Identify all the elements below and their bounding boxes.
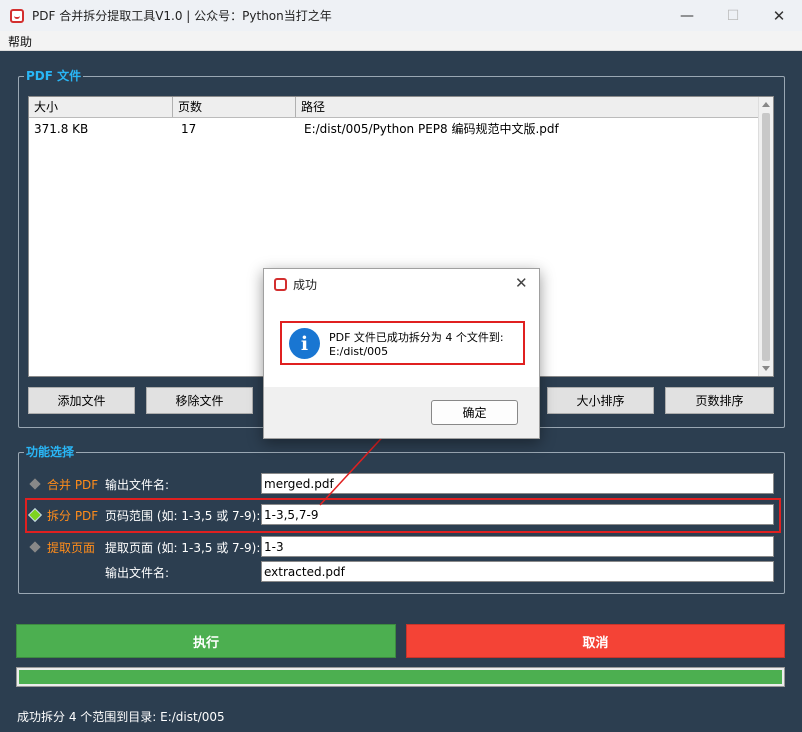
status-text: 成功拆分 4 个范围到目录: E:/dist/005 — [17, 710, 225, 724]
dialog-title: 成功 — [293, 278, 318, 292]
extract-pages-label: 提取页面 (如: 1-3,5 或 7-9): — [105, 541, 261, 555]
menu-bar: 帮助 — [0, 31, 802, 51]
app-icon — [10, 8, 24, 23]
column-header-size[interactable]: 大小 — [29, 97, 173, 117]
window-title: PDF 合并拆分提取工具V1.0 | 公众号：Python当打之年 — [32, 9, 332, 23]
progress-bar — [16, 667, 785, 687]
dialog-close-icon[interactable]: ✕ — [515, 274, 528, 292]
maximize-icon[interactable]: ☐ — [710, 0, 756, 31]
column-header-pages[interactable]: 页数 — [173, 97, 296, 117]
minimize-icon[interactable]: — — [664, 0, 710, 31]
progress-fill — [19, 670, 782, 684]
info-icon: i — [289, 328, 320, 359]
extract-output-label: 输出文件名: — [105, 566, 170, 580]
merge-output-input[interactable] — [261, 473, 774, 494]
cancel-button[interactable]: 取消 — [406, 624, 785, 658]
dialog-footer: 确定 — [264, 387, 539, 438]
table-scrollbar[interactable] — [758, 97, 773, 376]
merge-output-label: 输出文件名: — [105, 478, 170, 492]
dialog-app-icon — [274, 278, 287, 291]
remove-file-button[interactable]: 移除文件 — [146, 387, 253, 414]
table-header: 大小 页数 路径 — [29, 97, 759, 118]
title-bar: PDF 合并拆分提取工具V1.0 | 公众号：Python当打之年 — ☐ ✕ — [0, 0, 802, 31]
scroll-down-icon[interactable] — [762, 366, 770, 371]
cell-path: E:/dist/005/Python PEP8 编码规范中文版.pdf — [304, 122, 559, 136]
ok-button[interactable]: 确定 — [431, 400, 518, 425]
function-group-title: 功能选择 — [24, 444, 77, 460]
extract-output-input[interactable] — [261, 561, 774, 582]
split-range-label: 页码范围 (如: 1-3,5 或 7-9): — [105, 509, 261, 523]
menu-help[interactable]: 帮助 — [8, 33, 32, 50]
cell-size: 371.8 KB — [34, 122, 89, 136]
success-dialog: 成功 ✕ i PDF 文件已成功拆分为 4 个文件到: E:/dist/005 … — [263, 268, 540, 439]
scroll-thumb[interactable] — [762, 113, 770, 361]
dialog-message-line1: PDF 文件已成功拆分为 4 个文件到: — [329, 331, 504, 344]
dialog-message-line2: E:/dist/005 — [329, 345, 389, 358]
pdf-group-title: PDF 文件 — [24, 68, 84, 84]
sort-by-size-button[interactable]: 大小排序 — [547, 387, 654, 414]
scroll-up-icon[interactable] — [762, 102, 770, 107]
dialog-title-bar: 成功 ✕ — [264, 269, 539, 299]
close-icon[interactable]: ✕ — [756, 0, 802, 31]
dialog-message: i PDF 文件已成功拆分为 4 个文件到: E:/dist/005 — [280, 321, 525, 365]
split-option-label[interactable]: 拆分 PDF — [47, 507, 98, 524]
merge-option-label[interactable]: 合并 PDF — [47, 476, 98, 493]
extract-pages-input[interactable] — [261, 536, 774, 557]
extract-option-label[interactable]: 提取页面 — [47, 539, 95, 556]
column-header-path[interactable]: 路径 — [296, 97, 759, 117]
execute-button[interactable]: 执行 — [16, 624, 396, 658]
add-file-button[interactable]: 添加文件 — [28, 387, 135, 414]
table-row[interactable]: 371.8 KB 17 E:/dist/005/Python PEP8 编码规范… — [29, 119, 759, 139]
sort-by-pages-button[interactable]: 页数排序 — [665, 387, 774, 414]
split-range-input[interactable] — [261, 504, 774, 525]
cell-pages: 17 — [181, 122, 197, 136]
